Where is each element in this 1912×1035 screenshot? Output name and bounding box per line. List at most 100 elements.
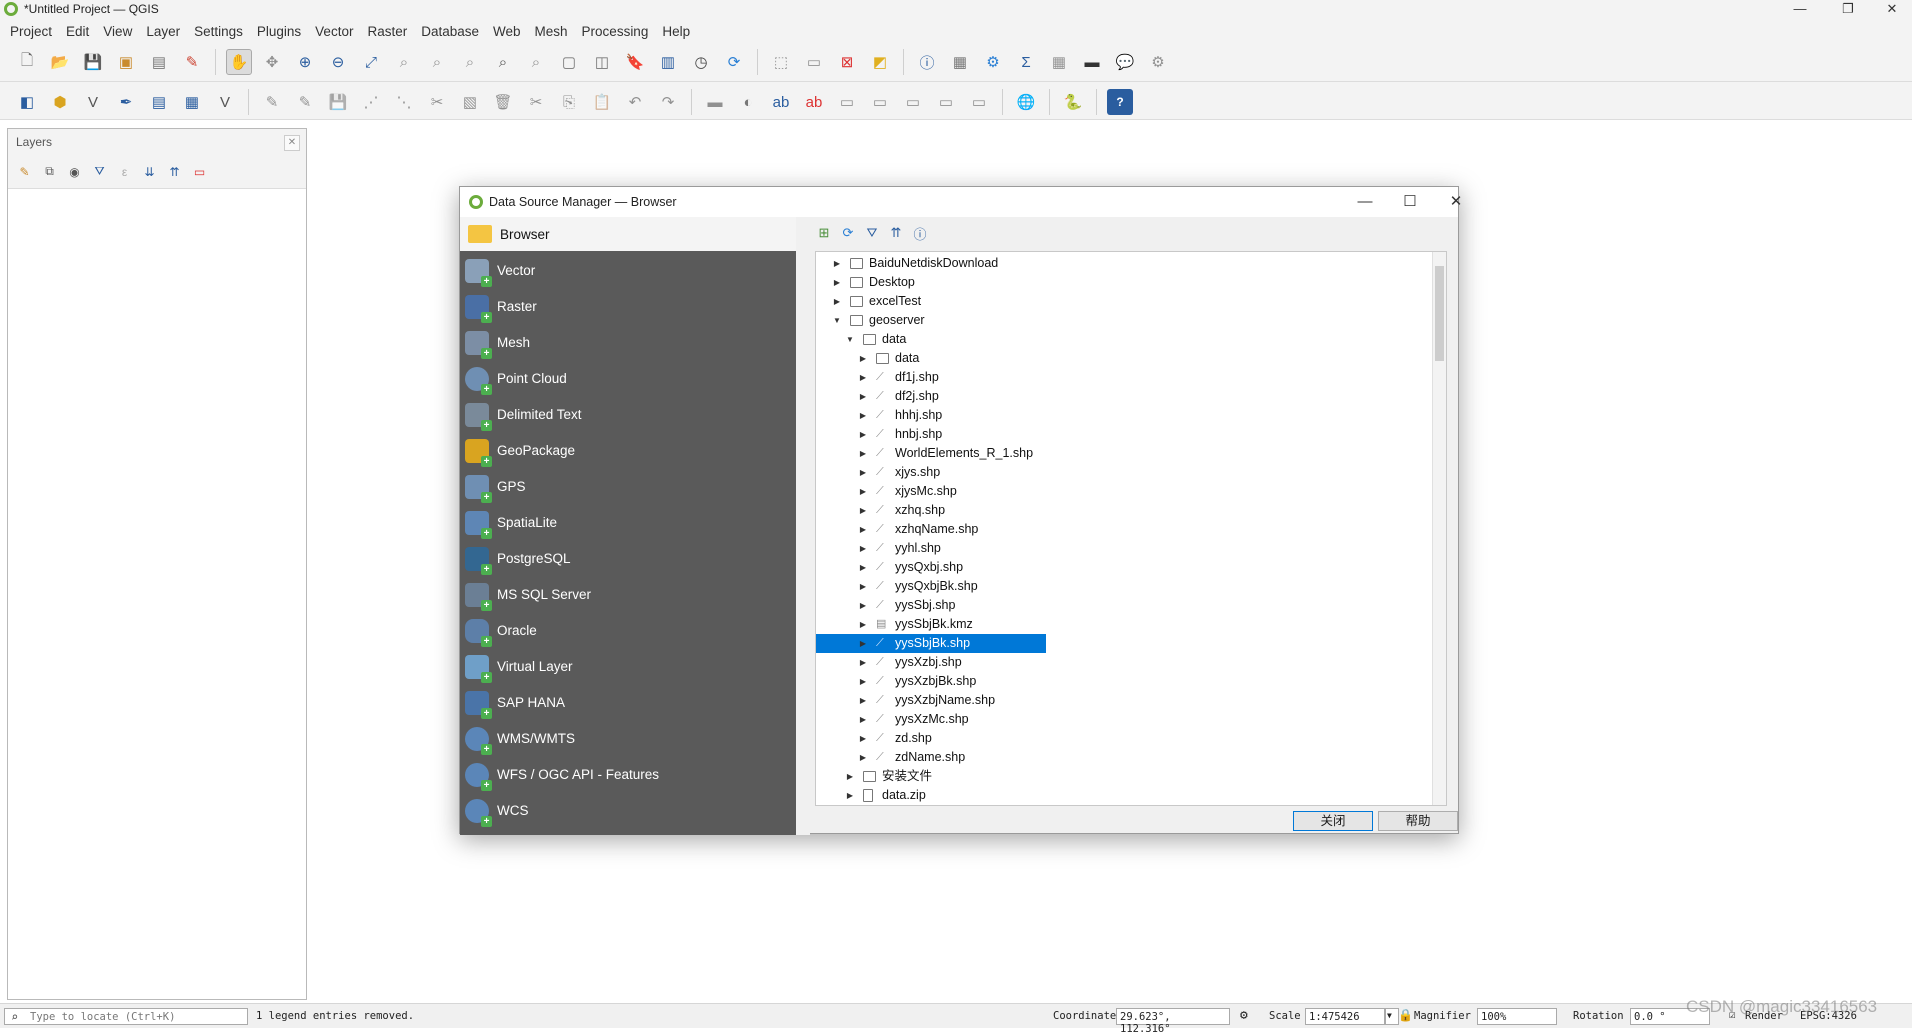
lock-scale-icon[interactable]: 🔒 bbox=[1398, 1008, 1413, 1022]
menu-web[interactable]: Web bbox=[493, 24, 521, 39]
zoom-last-icon[interactable]: ⌕ bbox=[490, 49, 516, 75]
expand-all-icon[interactable]: ⇊ bbox=[141, 163, 158, 180]
source-spatialite[interactable]: SpatiaLite bbox=[460, 505, 796, 541]
remove-layer-icon[interactable]: ▭ bbox=[191, 163, 208, 180]
source-virtual-layer[interactable]: Virtual Layer bbox=[460, 649, 796, 685]
source-sap-hana[interactable]: SAP HANA bbox=[460, 685, 796, 721]
locator-bar[interactable]: ⌕ Type to locate (Ctrl+K) bbox=[4, 1008, 248, 1025]
dialog-close-button[interactable]: ✕ bbox=[1436, 191, 1476, 213]
scale-field[interactable]: 1:475426 bbox=[1305, 1008, 1385, 1025]
menu-raster[interactable]: Raster bbox=[367, 24, 407, 39]
label-tool-icon[interactable]: ▬ bbox=[702, 89, 728, 115]
refresh-icon[interactable]: ⟳ bbox=[721, 49, 747, 75]
tree-item[interactable]: ▶ ⟋ yysXzMc.shp bbox=[816, 710, 1416, 729]
tree-item[interactable]: ▶ ▤ yysSbjBk.kmz bbox=[816, 615, 1416, 634]
expand-arrow-icon[interactable]: ▼ bbox=[845, 330, 855, 349]
chevron-down-icon[interactable]: ▼ bbox=[1385, 1008, 1399, 1025]
source-raster[interactable]: Raster bbox=[460, 289, 796, 325]
show-hide-labels-icon[interactable]: ▭ bbox=[834, 89, 860, 115]
change-label-icon[interactable]: ▭ bbox=[933, 89, 959, 115]
dialog-maximize-button[interactable]: ☐ bbox=[1390, 191, 1430, 213]
collapse-arrow-icon[interactable]: ▶ bbox=[845, 767, 855, 786]
tree-item[interactable]: ▶ ⟋ xzhq.shp bbox=[816, 501, 1416, 520]
tree-item[interactable]: ▶ ⟋ yysQxbj.shp bbox=[816, 558, 1416, 577]
highlight-pinned-labels-icon[interactable]: ab bbox=[768, 89, 794, 115]
collapse-all-icon[interactable]: ⇈ bbox=[888, 225, 904, 241]
collapse-arrow-icon[interactable]: ▶ bbox=[858, 577, 868, 596]
tree-item[interactable]: ▶ 安装文件 bbox=[816, 767, 1416, 786]
tree-item[interactable]: ▶ ⟋ yyhl.shp bbox=[816, 539, 1416, 558]
collapse-arrow-icon[interactable]: ▶ bbox=[858, 349, 868, 368]
zoom-out-icon[interactable]: ⊖ bbox=[325, 49, 351, 75]
toggle-editing-icon[interactable]: ✎ bbox=[292, 89, 318, 115]
source-vector[interactable]: Vector bbox=[460, 253, 796, 289]
tree-item[interactable]: ▶ ⟋ xzhqName.shp bbox=[816, 520, 1416, 539]
collapse-arrow-icon[interactable]: ▶ bbox=[858, 634, 868, 653]
collapse-arrow-icon[interactable]: ▶ bbox=[858, 520, 868, 539]
close-window-button[interactable]: ✕ bbox=[1872, 0, 1912, 20]
copy-features-icon[interactable]: ✂ bbox=[523, 89, 549, 115]
new-mesh-layer-icon[interactable]: V bbox=[212, 89, 238, 115]
source-wcs[interactable]: WCS bbox=[460, 793, 796, 829]
rotate-label-icon[interactable]: ▭ bbox=[900, 89, 926, 115]
menu-help[interactable]: Help bbox=[662, 24, 690, 39]
collapse-arrow-icon[interactable]: ▶ bbox=[858, 463, 868, 482]
redo2-icon[interactable]: ↷ bbox=[655, 89, 681, 115]
tree-item[interactable]: ▶ ⟋ xjys.shp bbox=[816, 463, 1416, 482]
tree-scrollbar[interactable] bbox=[1432, 252, 1446, 805]
new-map-view-icon[interactable]: ▢ bbox=[556, 49, 582, 75]
add-selected-layers-icon[interactable]: ⊞ bbox=[816, 225, 832, 241]
tree-item[interactable]: ▶ ⟋ df1j.shp bbox=[816, 368, 1416, 387]
collapse-all-icon[interactable]: ⇈ bbox=[166, 163, 183, 180]
tree-item[interactable]: ▶ excelTest bbox=[816, 292, 1416, 311]
minimize-button[interactable]: — bbox=[1780, 0, 1820, 20]
collapse-arrow-icon[interactable]: ▶ bbox=[858, 729, 868, 748]
source-wfs[interactable]: WFS / OGC API - Features bbox=[460, 757, 796, 793]
help-button[interactable]: 帮助 bbox=[1378, 811, 1458, 831]
tree-item[interactable]: ▶ ⟋ hnbj.shp bbox=[816, 425, 1416, 444]
filter-browser-icon[interactable]: ⛛ bbox=[864, 225, 880, 241]
dialog-minimize-button[interactable]: — bbox=[1345, 191, 1385, 213]
tree-item[interactable]: ▶ data bbox=[816, 349, 1416, 368]
source-browser[interactable]: Browser bbox=[460, 217, 796, 251]
source-mssql[interactable]: MS SQL Server bbox=[460, 577, 796, 613]
properties-info-icon[interactable]: ⓘ bbox=[912, 225, 928, 242]
new-shapefile-layer-icon[interactable]: V bbox=[80, 89, 106, 115]
map-tips-icon[interactable]: 💬 bbox=[1112, 49, 1138, 75]
source-gps[interactable]: GPS bbox=[460, 469, 796, 505]
collapse-arrow-icon[interactable]: ▶ bbox=[858, 615, 868, 634]
collapse-arrow-icon[interactable]: ▶ bbox=[858, 425, 868, 444]
zoom-full-icon[interactable]: ⤢ bbox=[358, 49, 384, 75]
layer-labeling-icon[interactable]: ◐ bbox=[735, 89, 761, 115]
measure-line-icon[interactable]: ▬ bbox=[1079, 49, 1105, 75]
digitize-icon[interactable]: ⋰ bbox=[358, 89, 384, 115]
collapse-arrow-icon[interactable]: ▶ bbox=[858, 748, 868, 767]
style-manager-icon[interactable]: ✎ bbox=[179, 49, 205, 75]
new-3d-map-view-icon[interactable]: ◫ bbox=[589, 49, 615, 75]
zoom-to-selection-icon[interactable]: ⌕ bbox=[391, 49, 417, 75]
tree-item[interactable]: ▶ ⟋ yysXzbjBk.shp bbox=[816, 672, 1416, 691]
georeferencer-icon[interactable]: 🌐 bbox=[1013, 89, 1039, 115]
tree-item[interactable]: ▶ ⟋ zdName.shp bbox=[816, 748, 1416, 767]
open-data-source-manager-icon[interactable]: ◧ bbox=[14, 89, 40, 115]
magnifier-field[interactable]: 100% bbox=[1477, 1008, 1557, 1025]
pin-labels-icon[interactable]: ab bbox=[801, 89, 827, 115]
text-annotation-icon[interactable]: ⚙ bbox=[1145, 49, 1171, 75]
source-delimited-text[interactable]: Delimited Text bbox=[460, 397, 796, 433]
select-by-value-icon[interactable]: ▭ bbox=[801, 49, 827, 75]
menu-database[interactable]: Database bbox=[421, 24, 479, 39]
source-postgresql[interactable]: PostgreSQL bbox=[460, 541, 796, 577]
help-contents-icon[interactable]: ? bbox=[1107, 89, 1133, 115]
collapse-arrow-icon[interactable]: ▶ bbox=[858, 539, 868, 558]
source-mesh[interactable]: Mesh bbox=[460, 325, 796, 361]
new-geopackage-layer-icon[interactable]: ⬢ bbox=[47, 89, 73, 115]
collapse-arrow-icon[interactable]: ▶ bbox=[858, 691, 868, 710]
tree-item[interactable]: ▼ geoserver bbox=[816, 311, 1416, 330]
label-properties-icon[interactable]: ▭ bbox=[966, 89, 992, 115]
source-oracle[interactable]: Oracle bbox=[460, 613, 796, 649]
current-edits-icon[interactable]: ✎ bbox=[259, 89, 285, 115]
cut-features-icon[interactable]: 🗑 bbox=[490, 89, 516, 115]
tree-item[interactable]: ▶ ⟋ yysXzbjName.shp bbox=[816, 691, 1416, 710]
show-bookmarks-icon[interactable]: ▥ bbox=[655, 49, 681, 75]
tree-item[interactable]: ▼ data bbox=[816, 330, 1416, 349]
